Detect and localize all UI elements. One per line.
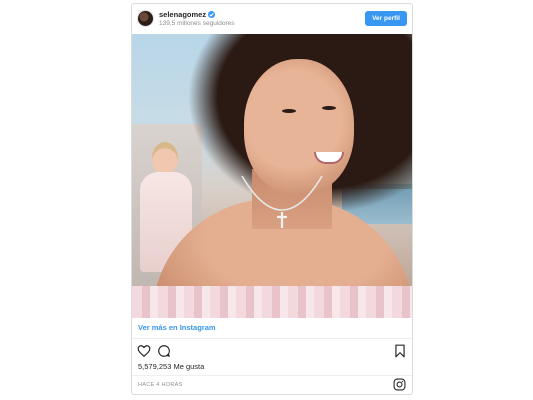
post-photo[interactable] [132,34,412,318]
comment-icon[interactable] [157,344,171,358]
photo-dress [132,286,412,318]
instagram-embed-card: selenagomez 139,5 millones seguidores Ve… [131,3,413,395]
divider [132,375,412,376]
necklace-cross [241,175,323,228]
instagram-icon[interactable] [393,378,406,391]
post-timestamp: HACE 4 HORAS [138,382,183,388]
view-more-link[interactable]: Ver más en Instagram [138,323,216,332]
verified-badge-icon [208,10,216,18]
username[interactable]: selenagomez [159,10,206,19]
photo-eye [282,109,296,113]
username-row[interactable]: selenagomez [159,10,216,19]
heart-icon[interactable] [137,344,151,358]
view-profile-button[interactable]: Ver perfil [365,11,407,26]
post-header: selenagomez 139,5 millones seguidores Ve… [132,4,412,34]
follower-count: 139,5 millones seguidores [159,20,235,27]
post-actions [132,341,412,361]
avatar[interactable] [137,10,154,27]
bookmark-icon[interactable] [394,344,406,358]
photo-eye [322,106,336,110]
divider [132,338,412,339]
like-count: 5,579,253 Me gusta [138,362,205,371]
